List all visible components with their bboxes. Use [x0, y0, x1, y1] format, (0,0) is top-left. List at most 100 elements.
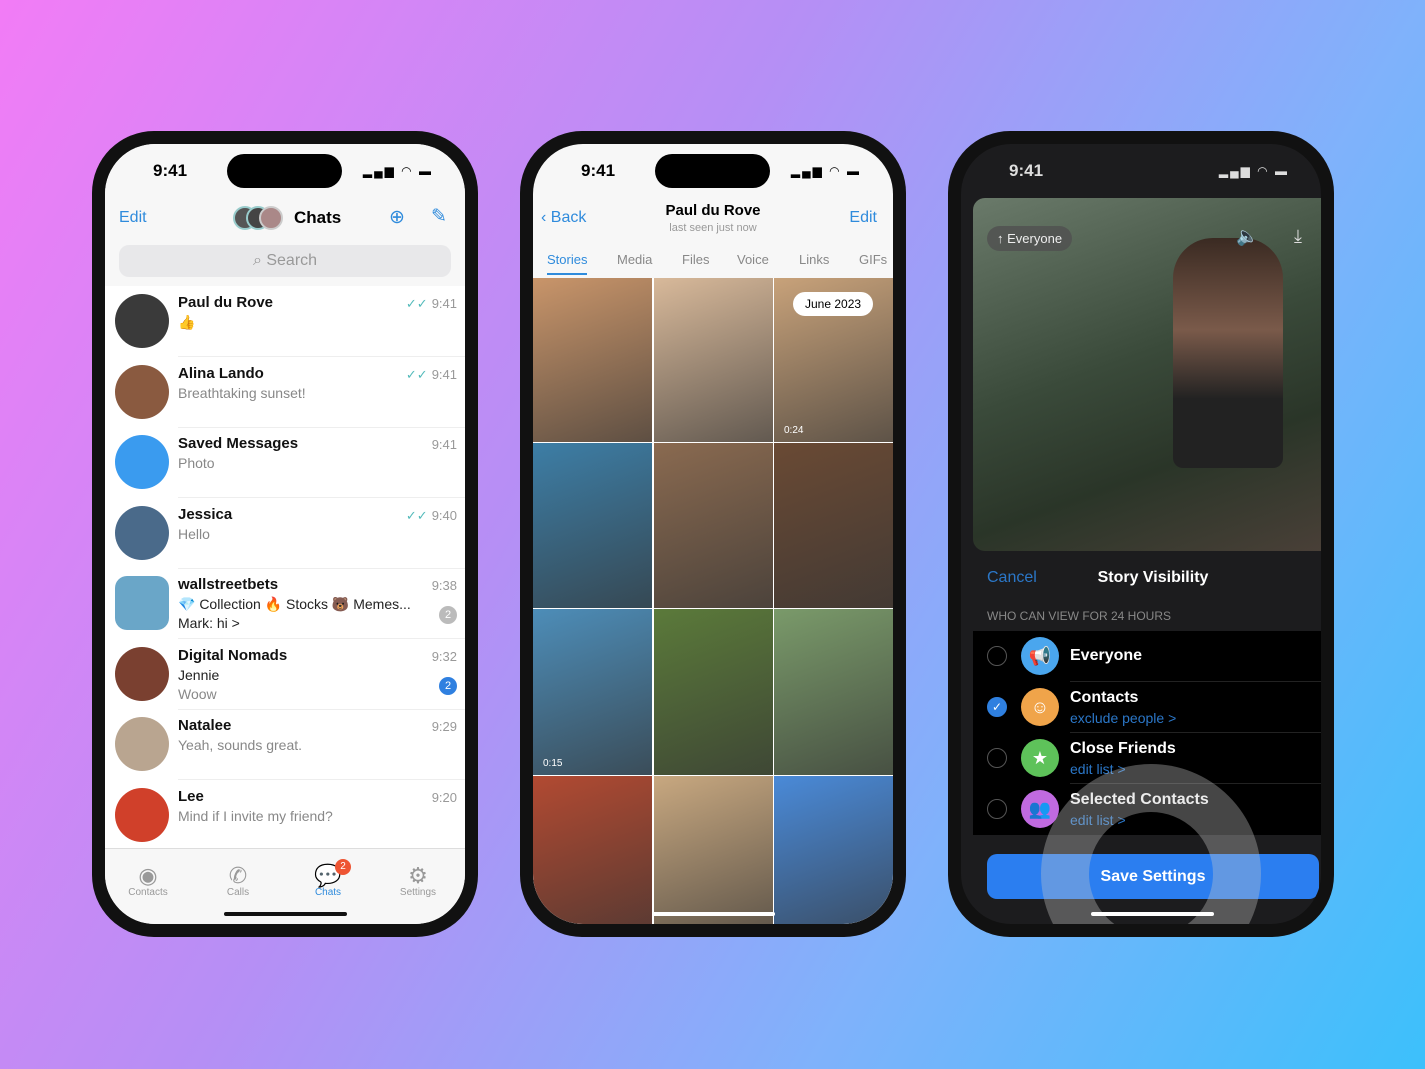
chat-preview-2: Mark: hi > — [178, 615, 240, 631]
chat-row[interactable]: Jessica ✓✓ 9:40 Hello — [105, 498, 465, 569]
sheet-header: Cancel Story Visibility WHO CAN VIEW FOR… — [973, 551, 1321, 631]
read-check-icon: ✓✓ — [405, 366, 428, 382]
search-icon: ⌕ — [252, 252, 267, 269]
phone-chats: 9:41 ▂▄▆ ◠ ▬ Edit Chats ⊕ ✎ ⌕ Search Pau… — [92, 131, 478, 937]
time-text: 9:38 — [431, 578, 457, 593]
stories-grid: 0:24 0:15 — [533, 278, 893, 924]
edit-button[interactable]: Edit — [119, 209, 147, 227]
story-thumbnail[interactable] — [653, 278, 773, 442]
search-input[interactable]: ⌕ Search — [119, 245, 451, 277]
time-text: 9:29 — [431, 719, 457, 734]
story-thumbnail[interactable] — [533, 278, 652, 442]
sound-icon[interactable]: 🔈 — [1236, 226, 1258, 247]
chat-row[interactable]: Saved Messages 9:41 Photo — [105, 427, 465, 498]
chat-row[interactable]: Digital Nomads 9:32 Jennie Woow 2 — [105, 639, 465, 710]
tab-links[interactable]: Links — [799, 252, 829, 273]
chat-row[interactable]: wallstreetbets 9:38 💎 Collection 🔥 Stocks … — [105, 568, 465, 639]
date-pill: June 2023 — [793, 292, 874, 316]
avatar — [115, 505, 169, 560]
story-thumbnail[interactable] — [653, 443, 773, 608]
story-thumbnail[interactable] — [774, 609, 893, 775]
chat-time: 9:41 — [432, 437, 457, 452]
chat-time: ✓✓ 9:41 — [406, 367, 457, 383]
chat-name: Digital Nomads — [178, 646, 288, 664]
tab-label: Contacts — [128, 887, 168, 898]
time-text: 9:41 — [431, 437, 457, 452]
section-header: WHO CAN VIEW FOR 24 HOURS — [987, 609, 1172, 623]
avatar — [115, 364, 169, 419]
option-label: Contacts — [1070, 689, 1139, 706]
option-label: Everyone — [1070, 647, 1143, 664]
dynamic-island — [655, 154, 770, 188]
chat-time: ✓✓ 9:40 — [406, 508, 457, 524]
story-screen: 9:41 ▂▄▆ ◠ ▬ ↑ Everyone 🔈 ⤓ Cancel Story… — [961, 144, 1321, 924]
chat-name: Paul du Rove — [178, 294, 274, 311]
story-thumbnail[interactable]: 0:15 — [533, 609, 652, 775]
chat-row[interactable]: Alina Lando ✓✓ 9:41 Breathtaking sunset! — [105, 357, 465, 428]
tab-gifs[interactable]: GIFs — [859, 252, 887, 273]
radio-unchecked[interactable] — [987, 646, 1007, 666]
audience-pill[interactable]: ↑ Everyone — [987, 226, 1073, 251]
story-thumbnail[interactable] — [653, 776, 773, 924]
story-subject — [1173, 238, 1283, 468]
gear-icon: ⚙ — [408, 863, 428, 888]
tab-voice[interactable]: Voice — [737, 252, 769, 273]
avatar — [115, 646, 169, 701]
download-icon[interactable]: ⤓ — [1294, 226, 1302, 247]
chat-time: 9:20 — [432, 790, 457, 805]
chat-preview: Jennie — [178, 666, 220, 683]
chat-name: Lee — [178, 787, 204, 805]
story-thumbnail[interactable] — [653, 609, 773, 775]
person-circle-icon: ◉ — [138, 863, 158, 888]
compose-icon[interactable]: ✎ — [431, 205, 447, 228]
phone-profile: 9:41 ▂▄▆ ◠ ▬ ‹ Back Paul du Rove last se… — [520, 131, 906, 937]
story-thumbnail[interactable] — [533, 776, 652, 924]
avatar — [115, 717, 169, 771]
tab-label: Settings — [399, 887, 437, 898]
stories-avatars[interactable] — [233, 206, 285, 230]
chat-row[interactable]: Paul du Rove ✓✓ 9:41 👍 — [105, 286, 465, 357]
tab-badge: 2 — [335, 859, 351, 875]
time-text: 9:32 — [431, 648, 457, 664]
tab-media[interactable]: Media — [617, 252, 652, 273]
time-text: 9:41 — [431, 296, 457, 311]
tab-settings[interactable]: ⚙ Settings — [383, 863, 453, 898]
story-thumbnail[interactable] — [774, 443, 893, 608]
read-check-icon: ✓✓ — [405, 296, 428, 311]
radio-unchecked[interactable] — [987, 748, 1007, 768]
chat-preview: Yeah, sounds great. — [178, 737, 303, 753]
status-icons: ▂▄▆ ◠ ▬ — [1218, 164, 1289, 178]
tab-chats[interactable]: 💬 Chats 2 — [293, 859, 363, 898]
chat-preview: 💎 Collection 🔥 Stocks 🐻 Memes... — [178, 596, 411, 612]
tab-files[interactable]: Files — [682, 252, 709, 273]
star-icon: ★ — [1021, 739, 1059, 777]
chat-preview: Mind if I invite my friend? — [178, 807, 333, 824]
chat-name: Alina Lando — [178, 364, 264, 382]
option-link[interactable]: exclude people > — [1070, 710, 1176, 726]
story-thumbnail[interactable] — [774, 776, 893, 924]
radio-unchecked[interactable] — [987, 799, 1007, 819]
edit-button[interactable]: Edit — [849, 209, 877, 227]
chat-preview-2: Woow — [178, 685, 217, 702]
time-text: 9:41 — [431, 366, 457, 382]
status-time: 9:41 — [581, 161, 616, 180]
chat-row[interactable]: Natalee 9:29 Yeah, sounds great. — [105, 709, 465, 780]
unread-badge: 2 — [439, 606, 457, 624]
contact-status: last seen just now — [669, 222, 757, 234]
chat-preview: Photo — [178, 455, 215, 471]
radio-checked[interactable]: ✓ — [987, 697, 1007, 717]
tab-bar: ◉ Contacts ✆ Calls 💬 Chats 2 ⚙ Settings — [105, 848, 465, 924]
media-tabs: Stories Media Files Voice Links GIFs — [533, 248, 893, 278]
home-indicator — [1091, 912, 1214, 916]
sheet-title: Story Visibility — [1097, 569, 1209, 586]
arrow-up-icon: ↑ — [997, 231, 1008, 246]
tab-contacts[interactable]: ◉ Contacts — [113, 863, 183, 898]
story-thumbnail[interactable] — [533, 443, 652, 608]
option-contacts[interactable]: ✓ ☺ Contacts exclude people > — [973, 682, 1321, 733]
tab-calls[interactable]: ✆ Calls — [203, 863, 273, 898]
tab-stories[interactable]: Stories — [547, 252, 588, 275]
option-everyone[interactable]: 📢 Everyone — [973, 631, 1321, 682]
chat-preview: 👍 — [178, 314, 196, 330]
chat-row[interactable]: Lee 9:20 Mind if I invite my friend? — [105, 780, 465, 851]
new-story-icon[interactable]: ⊕ — [389, 206, 405, 229]
